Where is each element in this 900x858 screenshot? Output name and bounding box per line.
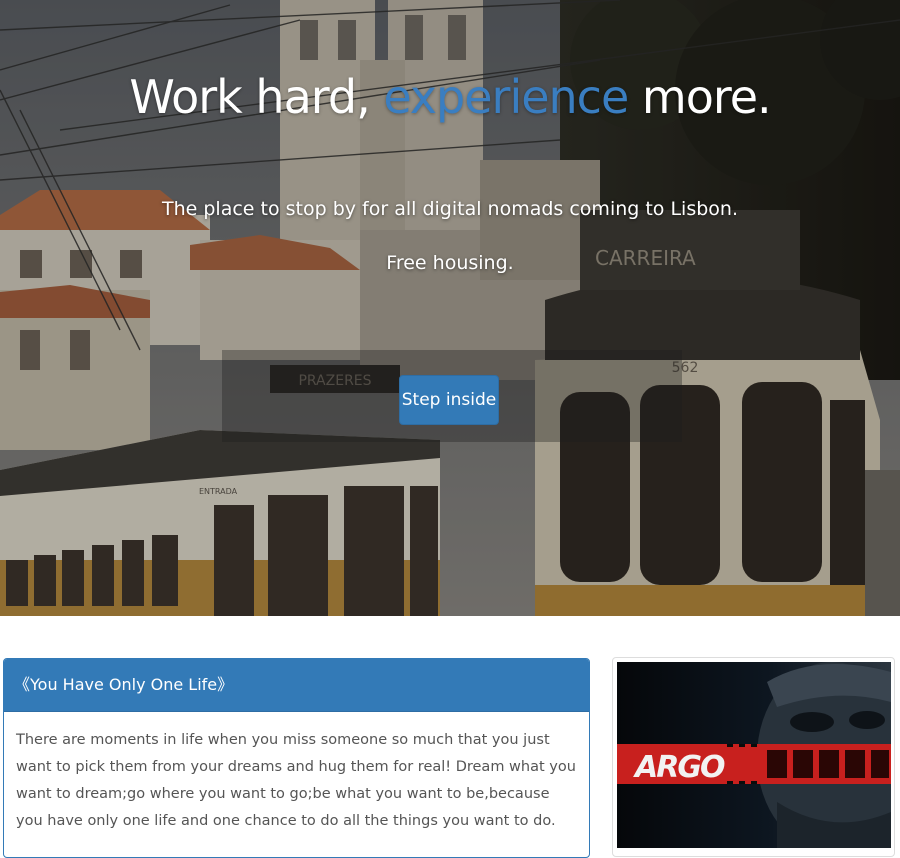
quote-panel-body: There are moments in life when you miss … (16, 732, 576, 829)
step-inside-button[interactable]: Step inside (399, 375, 499, 425)
hero-title: Work hard, experience more. (0, 70, 900, 124)
movie-poster-thumbnail[interactable]: ARGO (612, 657, 895, 857)
argo-poster-image: ARGO (617, 662, 891, 848)
quote-panel-heading: 《You Have Only One Life》 (4, 659, 589, 712)
hero-tagline: Free housing. (386, 252, 514, 274)
hero-subtitle: The place to stop by for all digital nom… (161, 198, 739, 220)
poster-title: ARGO (633, 750, 725, 785)
hero-title-accent: experience (383, 70, 629, 124)
hero-title-tail: more. (628, 70, 772, 124)
quote-panel: 《You Have Only One Life》 There are momen… (3, 658, 590, 858)
hero-title-lead: Work hard, (129, 70, 384, 124)
hero-section: PRAZERES ENTRADA CARREIRA 562 Work hard,… (0, 0, 900, 616)
